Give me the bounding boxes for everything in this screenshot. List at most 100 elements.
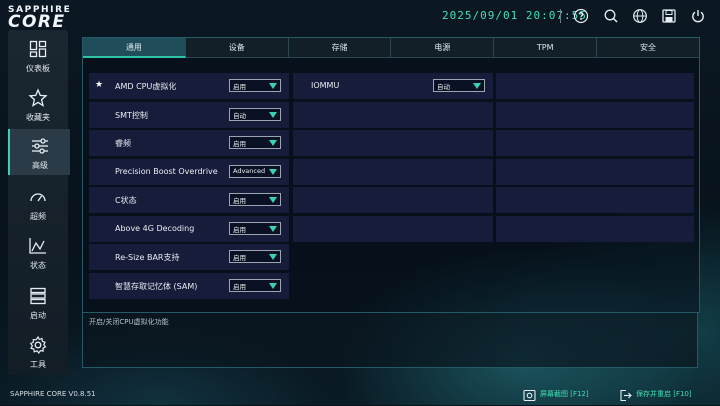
tab-power[interactable]: 电源 <box>391 38 495 58</box>
sidebar-item-label: 工具 <box>30 360 46 369</box>
tab-devices[interactable]: 设备 <box>185 38 289 58</box>
sidebar-item-label: 超频 <box>30 212 46 221</box>
setting-label: Above 4G Decoding <box>115 224 195 233</box>
empty-row <box>496 216 694 242</box>
save-icon[interactable] <box>661 8 677 24</box>
dropdown-value: Advanced <box>233 167 266 175</box>
empty-row <box>496 73 694 99</box>
setting-row-sam[interactable]: 智慧存取记忆体 (SAM) 启用 <box>89 273 289 299</box>
gauge-icon <box>28 187 48 207</box>
gear-icon <box>28 335 48 355</box>
setting-dropdown[interactable]: 自动 <box>229 108 281 121</box>
sidebar-item-tools[interactable]: 工具 <box>8 328 68 374</box>
setting-label: C状态 <box>115 196 137 205</box>
sidebar-item-overclock[interactable]: 超频 <box>8 180 68 226</box>
chevron-down-icon <box>473 83 481 89</box>
setting-label: Re-Size BAR支持 <box>115 253 180 262</box>
brand-line2: CORE <box>8 12 66 32</box>
dropdown-value: 启用 <box>233 140 246 148</box>
boot-icon <box>28 286 48 306</box>
chevron-down-icon <box>269 169 277 175</box>
tab-tpm[interactable]: TPM <box>494 38 598 58</box>
setting-dropdown[interactable]: 启用 <box>229 136 281 149</box>
favorite-star-icon[interactable]: ★ <box>95 80 103 90</box>
empty-row <box>293 102 493 128</box>
setting-label: 智慧存取记忆体 (SAM) <box>115 282 198 291</box>
chart-icon <box>28 236 48 256</box>
empty-row <box>293 159 493 185</box>
setting-row-smt-control[interactable]: SMT控制 自动 <box>89 102 289 128</box>
version-label: SAPPHIRE CORE V0.8.51 <box>10 390 96 398</box>
save-restart-label: 保存并重启 [F10] <box>636 390 692 398</box>
sidebar-item-label: 高级 <box>32 161 48 170</box>
brand-logo: SAPPHIRE CORE <box>8 5 88 32</box>
help-panel: 开启/关闭CPU虚拟化功能 <box>82 312 698 368</box>
help-icon[interactable] <box>573 8 589 24</box>
dropdown-value: 启用 <box>233 197 246 205</box>
setting-dropdown[interactable]: 自动 <box>433 79 485 92</box>
camera-icon <box>523 387 536 402</box>
setting-dropdown[interactable]: Advanced <box>229 165 281 178</box>
sidebar-item-label: 启动 <box>30 311 46 320</box>
tab-general[interactable]: 通用 <box>83 38 186 58</box>
setting-label: SMT控制 <box>115 111 148 120</box>
sidebar-item-status[interactable]: 状态 <box>8 229 68 275</box>
help-text: 开启/关闭CPU虚拟化功能 <box>89 318 169 326</box>
chevron-down-icon <box>269 140 277 146</box>
setting-dropdown[interactable]: 启用 <box>229 250 281 263</box>
dropdown-value: 启用 <box>233 254 246 262</box>
sidebar: 仪表板 收藏夹 高级 超频 状态 启动 工具 <box>8 30 70 375</box>
setting-row-c-state[interactable]: C状态 启用 <box>89 187 289 213</box>
setting-dropdown[interactable]: 启用 <box>229 222 281 235</box>
sidebar-item-label: 收藏夹 <box>26 113 50 122</box>
tab-bar: 通用 设备 存储 电源 TPM 安全 <box>83 38 699 58</box>
sidebar-item-favorites[interactable]: 收藏夹 <box>8 81 68 127</box>
setting-row-pbo[interactable]: Precision Boost Overdrive Advanced <box>89 159 289 185</box>
tab-security[interactable]: 安全 <box>597 38 699 58</box>
setting-row-cpu-virtualization[interactable]: ★ AMD CPU虚拟化 启用 <box>89 73 289 99</box>
setting-row-boost[interactable]: 睿频 启用 <box>89 130 289 156</box>
setting-label: Precision Boost Overdrive <box>115 167 218 176</box>
empty-row <box>293 187 493 213</box>
chevron-down-icon <box>269 283 277 289</box>
empty-row <box>293 130 493 156</box>
sidebar-item-dashboard[interactable]: 仪表板 <box>8 32 68 78</box>
setting-row-resize-bar[interactable]: Re-Size BAR支持 启用 <box>89 244 289 270</box>
power-icon[interactable] <box>690 8 706 24</box>
empty-row <box>293 216 493 242</box>
setting-row-iommu[interactable]: IOMMU 自动 <box>293 73 493 99</box>
sidebar-item-boot[interactable]: 启动 <box>8 279 68 325</box>
sidebar-item-advanced[interactable]: 高级 <box>8 129 70 175</box>
setting-dropdown[interactable]: 启用 <box>229 193 281 206</box>
empty-row <box>496 187 694 213</box>
dropdown-value: 启用 <box>233 283 246 291</box>
sliders-icon <box>30 136 50 156</box>
dropdown-value: 启用 <box>233 83 246 91</box>
dropdown-value: 启用 <box>233 226 246 234</box>
empty-row <box>496 130 694 156</box>
star-icon <box>28 88 48 108</box>
dropdown-value: 自动 <box>437 83 450 91</box>
exit-icon <box>619 387 632 402</box>
dashboard-icon <box>28 39 48 59</box>
dropdown-value: 自动 <box>233 112 246 120</box>
setting-row-above-4g[interactable]: Above 4G Decoding 启用 <box>89 216 289 242</box>
setting-dropdown[interactable]: 启用 <box>229 279 281 292</box>
screenshot-label: 屏幕截图 [F12] <box>540 390 589 398</box>
chevron-down-icon <box>269 83 277 89</box>
sidebar-item-label: 仪表板 <box>26 64 50 73</box>
chevron-down-icon <box>269 254 277 260</box>
setting-dropdown[interactable]: 启用 <box>229 79 281 92</box>
empty-row <box>496 102 694 128</box>
datetime-display: 2025/09/01 20:07:55 <box>442 9 587 22</box>
empty-row <box>496 159 694 185</box>
globe-icon[interactable] <box>632 8 648 24</box>
search-icon[interactable] <box>603 8 619 24</box>
chevron-down-icon <box>269 112 277 118</box>
setting-label: IOMMU <box>311 81 340 90</box>
setting-label: AMD CPU虚拟化 <box>115 82 177 91</box>
tab-storage[interactable]: 存储 <box>288 38 392 58</box>
sidebar-item-label: 状态 <box>30 261 46 270</box>
setting-label: 睿频 <box>115 139 131 148</box>
chevron-down-icon <box>269 226 277 232</box>
